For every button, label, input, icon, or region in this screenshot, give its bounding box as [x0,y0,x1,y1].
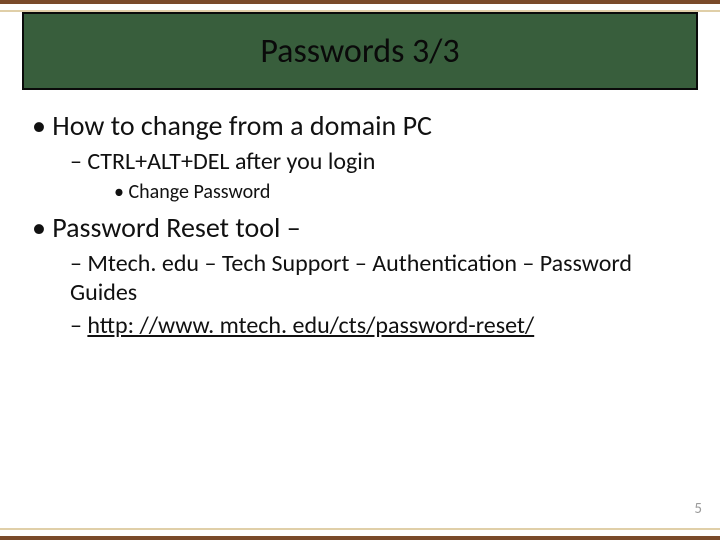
bullet-lvl1: How to change from a domain PC CTRL+ALT+… [32,108,688,204]
bullet-lvl3: Change Password [114,180,688,204]
bullet-text: http: //www. mtech. edu/cts/password-res… [70,311,534,340]
slide-title: Passwords 3/3 [260,31,459,72]
bullet-lvl1: Password Reset tool – Mtech. edu – Tech … [32,210,688,340]
slide: Passwords 3/3 How to change from a domai… [0,0,720,540]
bullet-text: CTRL+ALT+DEL after you login [70,147,375,176]
bullet-text: Change Password [128,180,270,204]
bullet-lvl2: http: //www. mtech. edu/cts/password-res… [70,311,688,340]
bullet-lvl2: CTRL+ALT+DEL after you login Change Pass… [70,147,688,204]
accent-line-bottom [0,528,720,530]
page-number: 5 [694,500,702,518]
bullet-text: How to change from a domain PC [52,108,432,143]
title-box: Passwords 3/3 [22,12,698,90]
bullet-lvl2: Mtech. edu – Tech Support – Authenticati… [70,249,688,307]
link-text[interactable]: http: //www. mtech. edu/cts/password-res… [87,311,534,340]
accent-line-top [0,10,720,12]
content-area: How to change from a domain PC CTRL+ALT+… [0,90,720,340]
bullet-text: Mtech. edu – Tech Support – Authenticati… [70,249,632,307]
bullet-text: Password Reset tool – [52,210,300,245]
